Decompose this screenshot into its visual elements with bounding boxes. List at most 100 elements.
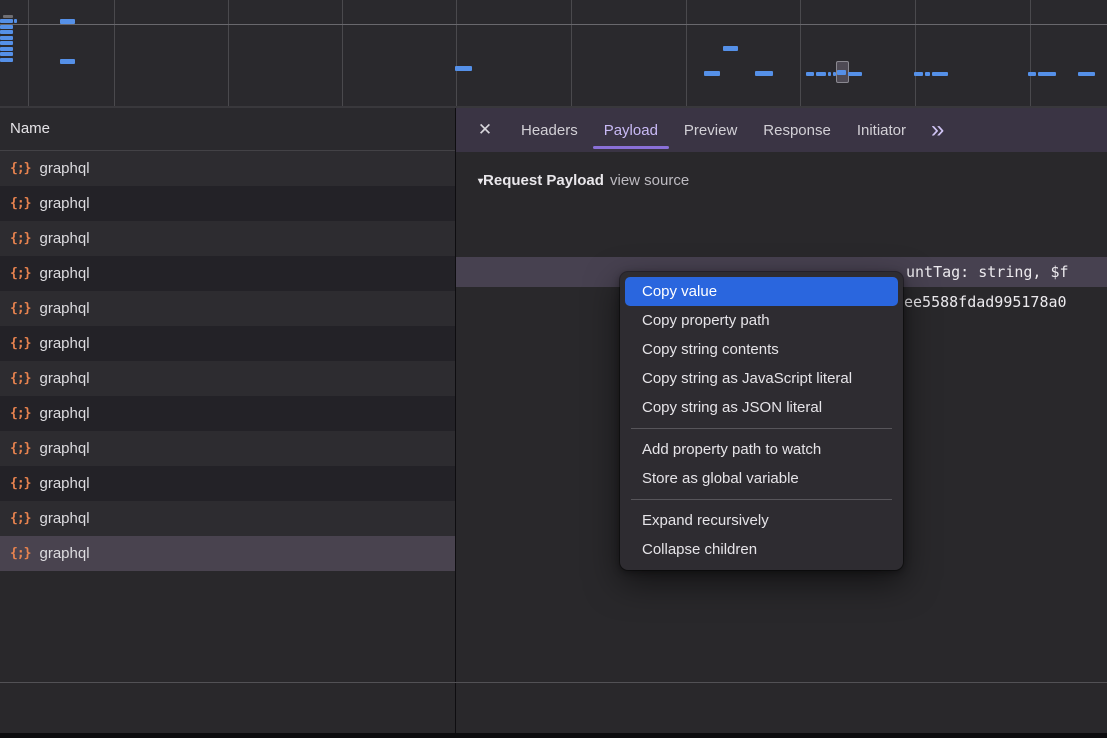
request-name-label: graphql [39,186,89,221]
timeline-gridline [1030,0,1031,106]
network-overview-timeline[interactable] [0,0,1107,108]
request-row[interactable]: {;} graphql [0,291,455,326]
waterfall-bar [837,70,846,75]
json-file-icon: {;} [10,186,30,221]
menu-item-copy-value[interactable]: Copy value [625,277,898,306]
request-row[interactable]: {;} graphql [0,396,455,431]
request-row[interactable]: {;} graphql [0,326,455,361]
request-list-panel: Name {;}graphql{;}graphql{;}graphql{;}gr… [0,108,455,733]
timeline-gridline [228,0,229,106]
waterfall-bar [848,72,862,76]
waterfall-bar [1078,72,1095,76]
timeline-gridline [686,0,687,106]
waterfall-bar [0,36,13,40]
waterfall-bar [14,19,17,23]
json-value-continued: ee5588fdad995178a0 [904,287,1067,317]
request-name-label: graphql [39,151,89,186]
waterfall-bar [932,72,948,76]
more-tabs-icon[interactable]: » [921,108,954,152]
devtools-screenshot: Name {;}graphql{;}graphql{;}graphql{;}gr… [0,0,1110,740]
waterfall-bar [704,71,720,76]
request-name-label: graphql [39,536,89,571]
timeline-gridline [915,0,916,106]
waterfall-bar [0,41,13,45]
menu-item-collapse-children[interactable]: Collapse children [625,535,898,564]
waterfall-bar [755,71,773,76]
timeline-gridline [28,0,29,106]
request-row[interactable]: {;} graphql [0,431,455,466]
request-name-label: graphql [39,361,89,396]
tab-payload[interactable]: Payload [591,108,671,152]
waterfall-bar [0,19,13,23]
request-list: {;} graphql {;} graphql {;} graphql {;} graphql… [0,151,455,571]
timeline-gridline [342,0,343,106]
json-file-icon: {;} [10,291,30,326]
waterfall-bar [833,72,836,76]
menu-item-add-property-path-to-watch[interactable]: Add property path to watch [625,435,898,464]
request-row[interactable]: {;} graphql [0,186,455,221]
waterfall-bar [723,46,738,51]
request-row[interactable]: {;}graphql [0,221,455,256]
waterfall-bar [0,30,13,34]
request-name-label: graphql [39,221,89,256]
request-payload-section-header[interactable]: ▾Request Payload view source [456,165,1107,197]
waterfall-bar [455,66,472,71]
timeline-hline [0,24,1107,25]
footer-divider [0,682,1107,683]
json-root-row[interactable]: ▼{operationName: "ipFlowTimeseries", var… [456,197,1107,227]
waterfall-bar [914,72,923,76]
name-column-label: Name [10,120,50,137]
request-row[interactable]: {;} graphql [0,466,455,501]
json-file-icon: {;} [10,536,30,571]
json-file-icon: {;} [10,431,30,466]
json-string-value-continued: untTag: string, $f [906,257,1069,287]
request-row[interactable]: {;}graphql [0,501,455,536]
request-row[interactable]: {;}graphql [0,256,455,291]
menu-item-expand-recursively[interactable]: Expand recursively [625,506,898,535]
menu-divider [631,499,892,500]
json-file-icon: {;} [10,466,30,501]
menu-divider [631,428,892,429]
waterfall-bar [828,72,831,76]
tab-preview[interactable]: Preview [671,108,750,152]
menu-item-copy-string-as-json-literal[interactable]: Copy string as JSON literal [625,393,898,422]
timeline-gridline [114,0,115,106]
timeline-gridline [800,0,801,106]
waterfall-bar [0,58,13,62]
waterfall-bar [806,72,814,76]
waterfall-bar [0,52,13,56]
menu-item-store-as-global-variable[interactable]: Store as global variable [625,464,898,493]
waterfall-bar [60,59,75,64]
request-row[interactable]: {;} graphql [0,536,455,571]
request-name-label: graphql [39,431,89,466]
json-row-operation-name[interactable]: operationName: "ipFlowTimeseries" [456,227,1107,257]
request-name-label: graphql [39,501,89,536]
request-name-label: graphql [39,256,89,291]
tab-headers[interactable]: Headers [508,108,591,152]
request-name-label: graphql [39,291,89,326]
request-row[interactable]: {;}graphql [0,361,455,396]
request-name-label: graphql [39,466,89,501]
json-file-icon: {;} [10,396,30,431]
timeline-gridline [456,0,457,106]
tab-response[interactable]: Response [750,108,844,152]
window-bottom-edge [0,733,1107,738]
name-column-header[interactable]: Name [0,108,455,151]
waterfall-bar [925,72,930,76]
menu-item-copy-string-contents[interactable]: Copy string contents [625,335,898,364]
menu-item-copy-property-path[interactable]: Copy property path [625,306,898,335]
json-file-icon: {;} [10,326,30,361]
waterfall-bar [1028,72,1036,76]
section-title: Request Payload [483,172,604,189]
request-name-label: graphql [39,396,89,431]
context-menu: Copy valueCopy property pathCopy string … [620,272,903,570]
request-row[interactable]: {;}graphql [0,151,455,186]
view-source-link[interactable]: view source [610,165,689,197]
devtools-window: Name {;}graphql{;}graphql{;}graphql{;}gr… [0,0,1107,738]
timeline-gridline [571,0,572,106]
tab-initiator[interactable]: Initiator [844,108,919,152]
request-name-label: graphql [39,326,89,361]
close-icon[interactable]: ✕ [470,108,500,152]
waterfall-bar [816,72,826,76]
menu-item-copy-string-as-javascript-literal[interactable]: Copy string as JavaScript literal [625,364,898,393]
